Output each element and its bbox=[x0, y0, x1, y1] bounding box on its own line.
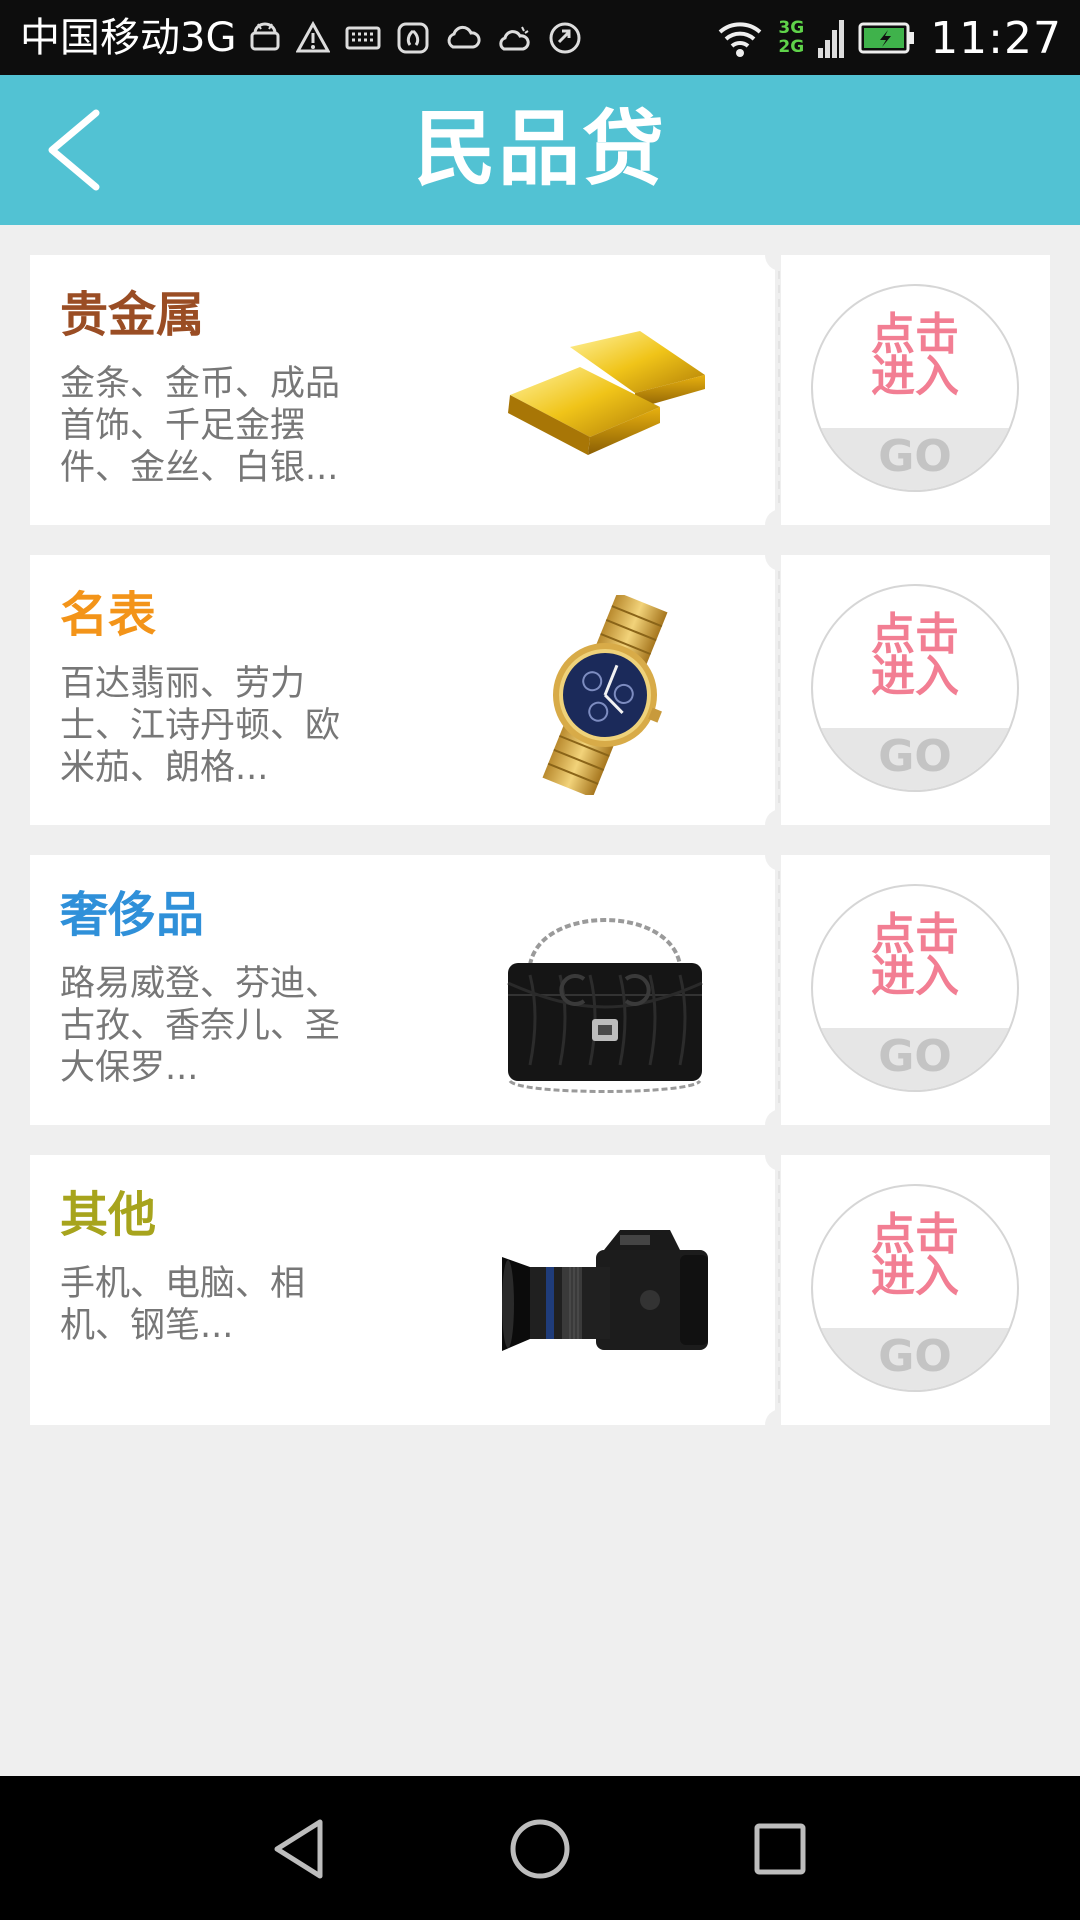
category-info[interactable]: 贵金属 金条、金币、成品首饰、千足金摆件、金丝、白银... bbox=[30, 255, 775, 525]
go-panel: 点击进入 GO bbox=[781, 855, 1050, 1125]
category-card-luxury[interactable]: 奢侈品 路易威登、芬迪、古孜、香奈儿、圣大保罗... 点击进入 GO bbox=[30, 839, 1050, 1141]
category-description: 手机、电脑、相机、钢笔... bbox=[60, 1264, 306, 1346]
go-button-label: 点击进入 bbox=[871, 909, 959, 1002]
camera-image bbox=[502, 1230, 708, 1351]
ticket-divider bbox=[778, 571, 780, 809]
network-type: 3G 2G bbox=[778, 19, 804, 57]
go-button[interactable]: 点击进入 GO bbox=[811, 1184, 1019, 1392]
category-title: 名表 bbox=[60, 587, 157, 643]
status-bar: 中国移动3G 3G 2G 11:27 bbox=[0, 0, 1080, 75]
carrier-label: 中国移动3G bbox=[20, 15, 237, 61]
notification-icons bbox=[248, 16, 582, 60]
category-info[interactable]: 奢侈品 路易威登、芬迪、古孜、香奈儿、圣大保罗... bbox=[30, 855, 775, 1125]
signal-icon bbox=[818, 20, 845, 58]
home-circle-icon bbox=[510, 1819, 570, 1879]
handbag-image bbox=[507, 918, 703, 1093]
category-description: 百达翡丽、劳力士、江诗丹顿、欧米茄、朗格... bbox=[60, 664, 341, 788]
go-label: GO bbox=[813, 428, 1017, 490]
go-button-text: 点击进入 bbox=[813, 309, 1017, 402]
go-button-text: 点击进入 bbox=[813, 1209, 1017, 1302]
category-card-precious-metals[interactable]: 贵金属 金条、金币、成品首饰、千足金摆件、金丝、白银... 点击进入 GO bbox=[30, 239, 1050, 541]
ticket-divider bbox=[778, 871, 780, 1109]
nav-back-button[interactable] bbox=[265, 1814, 335, 1884]
category-card-other[interactable]: 其他 手机、电脑、相机、钢笔... 点击进入 GO bbox=[30, 1139, 1050, 1441]
go-button[interactable]: 点击进入 GO bbox=[811, 884, 1019, 1092]
ticket-divider bbox=[778, 271, 780, 509]
wifi-icon bbox=[719, 22, 762, 57]
warning-icon bbox=[296, 21, 330, 53]
keyboard-icon bbox=[345, 26, 381, 50]
go-button-label: 点击进入 bbox=[871, 609, 959, 702]
go-button[interactable]: 点击进入 GO bbox=[811, 584, 1019, 792]
clock: 11:27 bbox=[930, 12, 1062, 64]
gold-bar-image bbox=[508, 331, 705, 455]
category-title: 奢侈品 bbox=[60, 887, 205, 943]
go-button[interactable]: 点击进入 GO bbox=[811, 284, 1019, 492]
android-icon bbox=[250, 22, 280, 51]
go-panel: 点击进入 GO bbox=[781, 255, 1050, 525]
nav-home-button[interactable] bbox=[505, 1814, 575, 1884]
status-indicators: 3G 2G 11:27 bbox=[716, 8, 1062, 68]
category-title: 贵金属 bbox=[60, 287, 205, 343]
category-card-watches[interactable]: 名表 百达翡丽、劳力士、江诗丹顿、欧米茄、朗格... 点击进入 GO bbox=[30, 539, 1050, 841]
go-button-label: 点击进入 bbox=[871, 1209, 959, 1302]
go-button-text: 点击进入 bbox=[813, 609, 1017, 702]
back-triangle-icon bbox=[274, 1819, 323, 1879]
battery-charging-icon bbox=[858, 22, 915, 54]
system-nav-bar bbox=[0, 1776, 1080, 1920]
nav-recents-button[interactable] bbox=[745, 1814, 815, 1884]
go-label: GO bbox=[813, 1328, 1017, 1390]
go-label: GO bbox=[813, 728, 1017, 790]
category-description: 路易威登、芬迪、古孜、香奈儿、圣大保罗... bbox=[60, 964, 341, 1088]
page-title: 民品贷 bbox=[413, 102, 666, 197]
category-info[interactable]: 其他 手机、电脑、相机、钢笔... bbox=[30, 1155, 775, 1425]
sync-icon bbox=[549, 22, 581, 54]
recents-square-icon bbox=[754, 1823, 806, 1875]
go-panel: 点击进入 GO bbox=[781, 555, 1050, 825]
go-button-label: 点击进入 bbox=[871, 309, 959, 402]
go-button-text: 点击进入 bbox=[813, 909, 1017, 1002]
cloud-icon bbox=[447, 25, 481, 49]
app-header: 民品贷 bbox=[0, 75, 1080, 225]
go-label: GO bbox=[813, 1028, 1017, 1090]
ticket-divider bbox=[778, 1171, 780, 1409]
network-type-bottom: 2G bbox=[778, 37, 805, 57]
network-type-top: 3G bbox=[778, 18, 805, 38]
weather-icon bbox=[499, 26, 530, 51]
watch-image bbox=[542, 595, 668, 795]
category-title: 其他 bbox=[60, 1187, 157, 1243]
category-description: 金条、金币、成品首饰、千足金摆件、金丝、白银... bbox=[60, 364, 341, 488]
huawei-icon bbox=[397, 22, 429, 54]
category-info[interactable]: 名表 百达翡丽、劳力士、江诗丹顿、欧米茄、朗格... bbox=[30, 555, 775, 825]
go-panel: 点击进入 GO bbox=[781, 1155, 1050, 1425]
